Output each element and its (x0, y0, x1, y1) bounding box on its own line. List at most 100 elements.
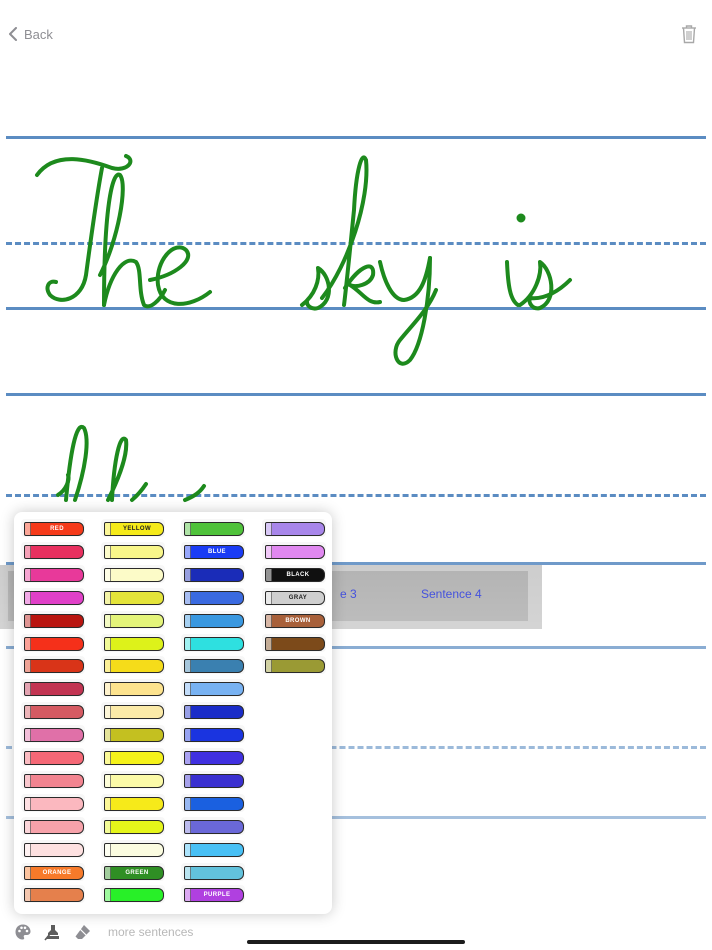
crayon-swatch[interactable] (104, 613, 164, 628)
crayon-swatch[interactable]: GRAY (265, 590, 325, 605)
crayon-swatch[interactable] (24, 728, 84, 743)
crayon-swatch[interactable] (104, 636, 164, 651)
crayon-cap (185, 568, 191, 581)
crayon-swatch[interactable] (24, 819, 84, 834)
crayon-cap (25, 545, 31, 558)
crayon-cap (185, 706, 191, 719)
crayon-swatch[interactable] (24, 682, 84, 697)
crayon-swatch[interactable]: BLACK (265, 567, 325, 582)
crayon-swatch[interactable] (24, 751, 84, 765)
crayon-swatch[interactable] (24, 636, 84, 651)
crayon-swatch[interactable] (104, 819, 164, 834)
crayon-swatch[interactable] (184, 636, 244, 651)
crayon-cap (25, 660, 31, 673)
crayon-swatch[interactable] (24, 659, 84, 674)
crayon-swatch[interactable] (265, 636, 325, 651)
crayon-cap (185, 797, 191, 810)
crayon-cap (266, 614, 272, 627)
crayon-swatch[interactable] (184, 751, 244, 765)
crayon-cap (185, 591, 191, 604)
palette-icon[interactable] (14, 923, 32, 941)
crayon-swatch[interactable] (104, 567, 164, 582)
crayon-swatch[interactable] (184, 819, 244, 834)
crayon-cap (25, 729, 31, 742)
crayon-cap (266, 591, 272, 604)
crayon-cap (105, 797, 111, 810)
crayon-cap (185, 683, 191, 696)
crayon-cap (185, 843, 191, 856)
crayon-swatch[interactable] (24, 773, 84, 788)
crayon-cap (105, 660, 111, 673)
crayon-cap (25, 752, 31, 764)
crayon-swatch[interactable] (184, 865, 244, 880)
crayon-swatch[interactable] (104, 659, 164, 674)
stamp-icon[interactable] (44, 923, 62, 941)
crayon-swatch[interactable] (184, 613, 244, 628)
crayon-swatch[interactable] (24, 544, 84, 559)
crayon-swatch[interactable] (104, 751, 164, 765)
crayon-swatch[interactable] (104, 796, 164, 811)
crayon-swatch[interactable] (265, 659, 325, 674)
crayon-swatch[interactable]: PURPLE (184, 888, 244, 903)
crayon-label: PURPLE (203, 892, 231, 899)
eraser-icon[interactable] (74, 923, 92, 941)
crayon-cap (266, 660, 272, 673)
crayon-swatch[interactable] (24, 567, 84, 582)
crayon-cap (105, 866, 111, 879)
crayon-swatch[interactable]: GREEN (104, 865, 164, 880)
crayon-swatch[interactable] (184, 773, 244, 788)
crayon-swatch[interactable] (184, 796, 244, 811)
crayon-swatch[interactable] (184, 842, 244, 857)
crayon-swatch[interactable]: BROWN (265, 613, 325, 628)
crayon-cap (105, 591, 111, 604)
crayon-swatch[interactable] (104, 682, 164, 697)
crayon-cap (105, 523, 111, 535)
crayon-swatch[interactable] (184, 659, 244, 674)
crayon-label: ORANGE (42, 869, 72, 876)
crayon-swatch[interactable] (104, 842, 164, 857)
crayon-swatch[interactable] (104, 544, 164, 559)
crayon-cap (185, 660, 191, 673)
more-sentences-button[interactable]: more sentences (108, 925, 193, 939)
crayon-cap (25, 591, 31, 604)
crayon-swatch[interactable] (24, 705, 84, 720)
crayon-cap (185, 614, 191, 627)
crayon-cap (105, 729, 111, 742)
crayon-swatch[interactable] (265, 544, 325, 559)
crayon-swatch[interactable] (24, 796, 84, 811)
crayon-cap (185, 637, 191, 650)
crayon-cap (25, 797, 31, 810)
crayon-cap (105, 889, 111, 902)
crayon-swatch[interactable]: RED (24, 522, 84, 536)
crayon-swatch[interactable] (104, 888, 164, 903)
crayon-cap (185, 545, 191, 558)
crayon-swatch[interactable] (104, 773, 164, 788)
crayon-swatch[interactable] (184, 590, 244, 605)
crayon-swatch[interactable] (24, 590, 84, 605)
crayon-swatch[interactable] (184, 728, 244, 743)
crayon-swatch[interactable] (184, 522, 244, 536)
crayon-cap (25, 706, 31, 719)
crayon-swatch[interactable] (104, 728, 164, 743)
crayon-swatch[interactable] (24, 888, 84, 903)
crayon-swatch[interactable] (104, 590, 164, 605)
crayon-label: BLACK (286, 571, 310, 578)
crayon-cap (105, 820, 111, 833)
crayon-swatch[interactable] (24, 842, 84, 857)
bottom-toolbar: more sentences (14, 922, 193, 942)
crayon-cap (185, 866, 191, 879)
crayon-swatch[interactable]: BLUE (184, 544, 244, 559)
crayon-swatch[interactable] (184, 567, 244, 582)
crayon-swatch[interactable] (184, 705, 244, 720)
crayon-cap (25, 774, 31, 787)
crayon-swatch[interactable] (184, 682, 244, 697)
crayon-swatch[interactable] (24, 613, 84, 628)
crayon-swatch[interactable]: ORANGE (24, 865, 84, 880)
crayon-swatch[interactable] (265, 522, 325, 536)
sentence-3-button[interactable]: e 3 (340, 587, 357, 601)
crayon-swatch[interactable] (104, 705, 164, 720)
crayon-cap (185, 889, 191, 902)
crayon-swatch[interactable]: YELLOW (104, 522, 164, 536)
sentence-4-button[interactable]: Sentence 4 (421, 587, 482, 601)
crayon-cap (25, 614, 31, 627)
